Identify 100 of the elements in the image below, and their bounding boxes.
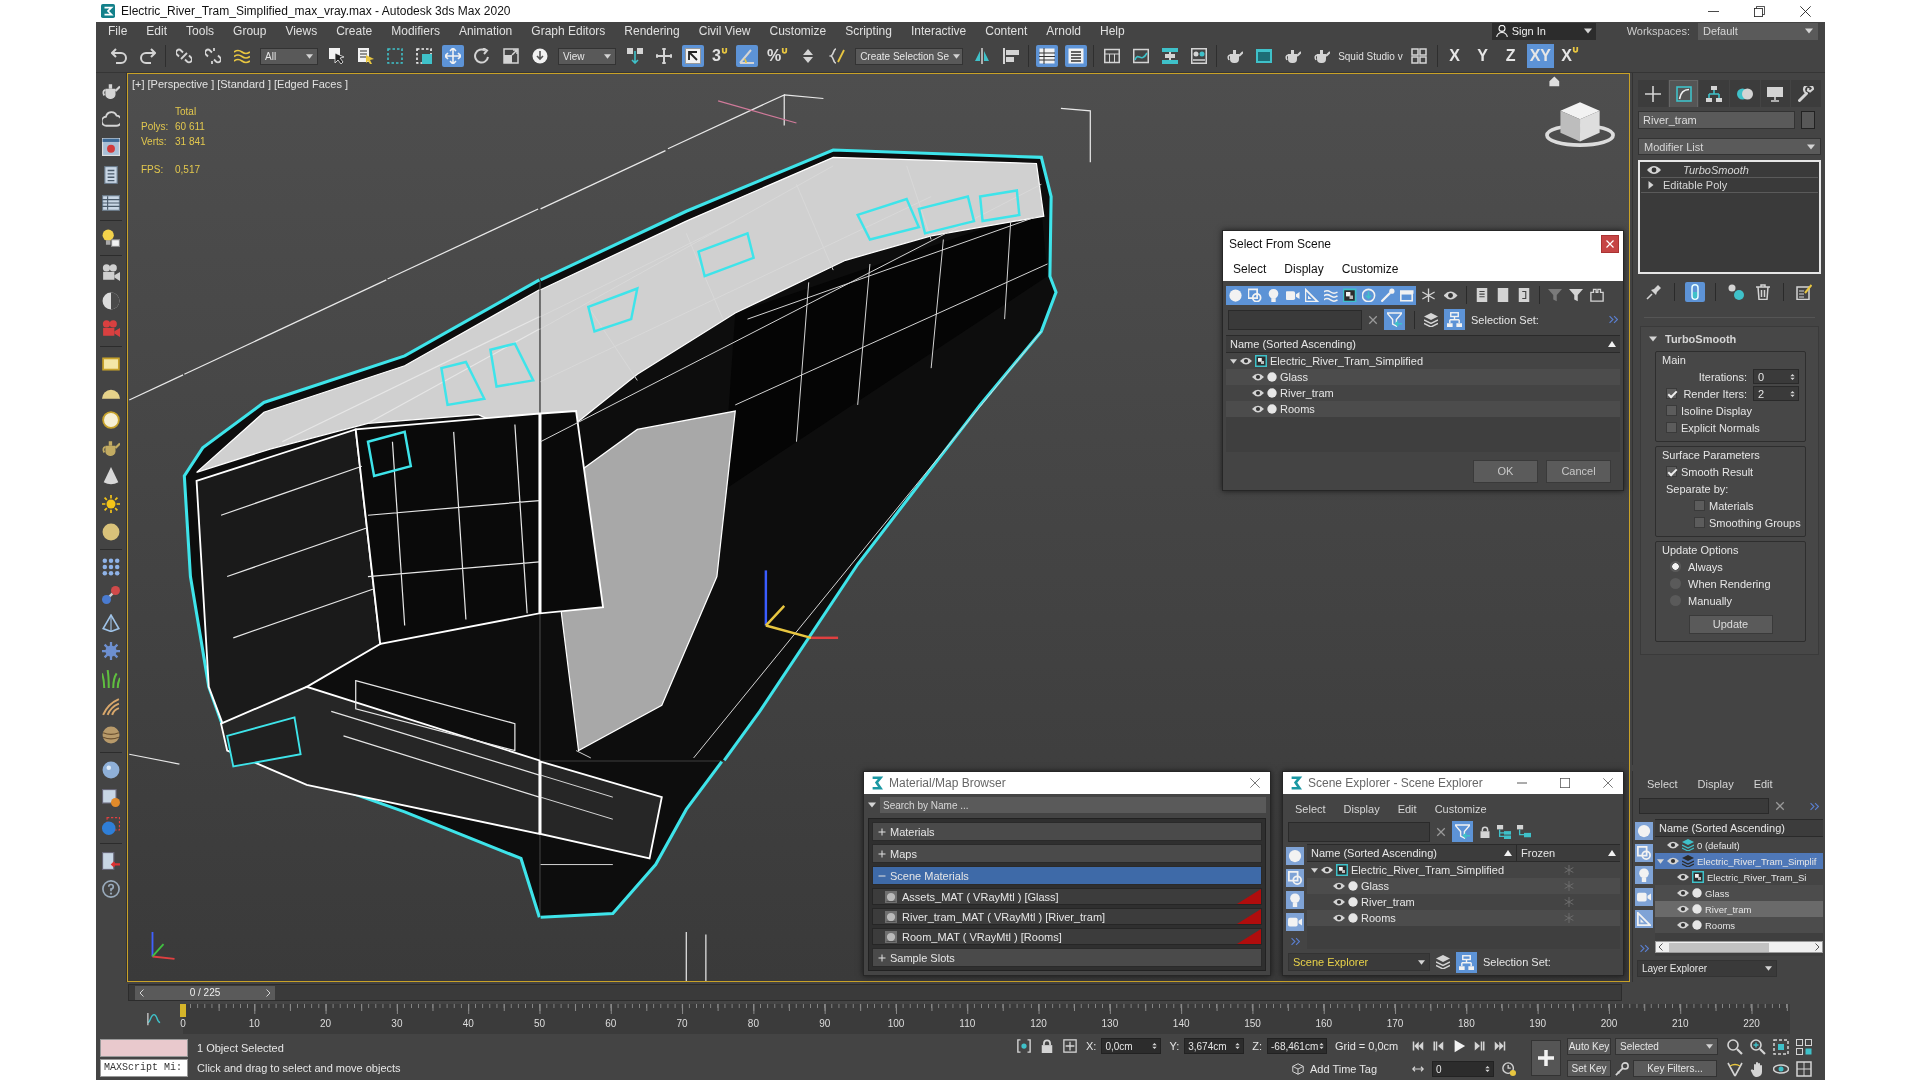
chevron-right-icon[interactable] xyxy=(264,988,272,997)
sign-in-dropdown[interactable]: Sign In xyxy=(1491,22,1596,40)
move-gizmo-icon[interactable] xyxy=(764,570,839,640)
close-button[interactable] xyxy=(1601,234,1619,253)
eye-icon[interactable] xyxy=(1321,864,1333,876)
search-field[interactable] xyxy=(1288,821,1430,842)
menu-item[interactable]: Rendering xyxy=(624,24,680,38)
checkbox[interactable] xyxy=(1666,405,1677,416)
menu-item[interactable]: Animation xyxy=(458,24,513,38)
menu-item[interactable]: Interactive xyxy=(910,24,967,38)
rectangle-icon[interactable] xyxy=(102,355,120,373)
eye-icon[interactable] xyxy=(1252,403,1264,415)
split-window-icon[interactable] xyxy=(1796,1060,1812,1077)
film-camera-icon[interactable] xyxy=(102,264,120,282)
tree-row[interactable]: Electric_River_Tram_Simplif xyxy=(1655,853,1823,869)
sphere-icon[interactable] xyxy=(102,523,120,541)
scrollbar-thumb[interactable] xyxy=(1669,942,1769,952)
object-name-field[interactable]: River_tram xyxy=(1638,111,1795,129)
tree-row[interactable]: Electric_River_Tram_Simplified xyxy=(1226,353,1620,369)
tree-row[interactable]: Glass xyxy=(1307,878,1620,894)
coordinate-system-dropdown[interactable]: View xyxy=(558,47,616,65)
hierarchy-icon[interactable] xyxy=(1497,824,1511,839)
caret-right-icon[interactable] xyxy=(1647,181,1655,189)
panel-button[interactable]: Update xyxy=(1688,614,1773,634)
eye-icon[interactable] xyxy=(1252,371,1264,383)
column-header[interactable]: Name (Sorted Ascending) xyxy=(1307,844,1516,862)
search-field[interactable] xyxy=(1228,309,1362,330)
eye-icon[interactable] xyxy=(1333,880,1345,892)
tree-row[interactable]: Electric_River_Tram_Simplified xyxy=(1307,862,1620,878)
coordinate-field[interactable]: 0,0cm xyxy=(1101,1038,1162,1054)
waves-icon[interactable] xyxy=(1321,285,1340,305)
stack-item[interactable]: TurboSmooth xyxy=(1641,163,1818,178)
tree-row[interactable]: Rooms xyxy=(1226,401,1620,417)
hair-strands-icon[interactable] xyxy=(102,698,120,716)
bracket-page-icon[interactable] xyxy=(1517,288,1531,302)
checkbox[interactable] xyxy=(1666,388,1677,399)
menu-item[interactable]: Edit xyxy=(1397,803,1417,815)
scroll-right-icon[interactable] xyxy=(1813,943,1821,951)
table-icon[interactable] xyxy=(1035,45,1058,67)
play-icon[interactable] xyxy=(1452,1039,1466,1053)
eye-icon[interactable] xyxy=(1677,871,1689,883)
layers-icon[interactable] xyxy=(1436,955,1450,969)
column-header[interactable]: Name (Sorted Ascending) xyxy=(1226,335,1620,353)
checkbox[interactable] xyxy=(1694,517,1705,528)
pin-icon[interactable] xyxy=(1644,282,1664,302)
camera-icon[interactable] xyxy=(1283,285,1302,305)
command-panel-tab[interactable] xyxy=(1668,80,1699,107)
modifier-list-dropdown[interactable]: Modifier List xyxy=(1638,138,1821,155)
named-selection-dropdown[interactable]: Create Selection Se xyxy=(855,47,964,65)
material-row[interactable]: Room_MAT ( VRayMtl ) [Rooms] xyxy=(872,928,1262,945)
maximize-icon[interactable] xyxy=(1560,778,1570,788)
cone-icon[interactable] xyxy=(102,467,120,485)
menu-item[interactable]: Edit xyxy=(146,24,168,38)
menu-item[interactable]: Tools xyxy=(186,24,215,38)
tree-row[interactable]: 0 (default) xyxy=(1655,837,1823,853)
coordinate-field[interactable]: -68,461cm xyxy=(1267,1038,1327,1054)
eye-icon[interactable] xyxy=(1667,839,1679,851)
test-tube-icon[interactable] xyxy=(1685,282,1705,302)
menu-item[interactable]: Modifiers xyxy=(391,24,440,38)
restore-icon[interactable] xyxy=(1754,5,1765,17)
teapot-icon[interactable] xyxy=(102,82,120,100)
eye-icon[interactable] xyxy=(1677,919,1689,931)
axis-constraint-button[interactable]: Z xyxy=(1498,44,1523,68)
double-chevron-icon[interactable] xyxy=(1609,315,1618,324)
add-time-tag-button[interactable]: Add Time Tag xyxy=(1292,1063,1378,1075)
material-row[interactable]: River_tram_MAT ( VRayMtl ) [River_tram] xyxy=(872,908,1262,925)
menu-item[interactable]: Civil View xyxy=(698,24,751,38)
material-row[interactable]: Assets_MAT ( VRayMtl ) [Glass] xyxy=(872,888,1262,905)
eye-icon[interactable] xyxy=(1333,912,1345,924)
group-icon[interactable] xyxy=(1340,285,1359,305)
clear-icon[interactable] xyxy=(1775,801,1785,811)
eye-icon[interactable] xyxy=(1240,355,1252,367)
perspective-viewport[interactable] xyxy=(127,73,1630,982)
menu-item[interactable]: Customize xyxy=(769,24,827,38)
double-chevron-icon[interactable] xyxy=(1290,937,1300,946)
selection-filter-dropdown[interactable]: All xyxy=(260,47,318,65)
pyramid-icon[interactable] xyxy=(102,614,120,632)
window-badge-icon[interactable] xyxy=(102,789,120,807)
circle-arrow-icon[interactable] xyxy=(1359,285,1378,305)
layers-icon[interactable] xyxy=(1424,312,1438,327)
maxscript-output-field[interactable]: MAXScript Mi: xyxy=(100,1058,188,1077)
menu-item[interactable]: Customize xyxy=(1341,261,1399,276)
menu-item[interactable]: Select xyxy=(1233,261,1267,276)
category-header[interactable]: Materials xyxy=(872,822,1262,841)
eye-icon[interactable] xyxy=(1677,903,1689,915)
set-square-icon[interactable] xyxy=(1302,285,1321,305)
tree-row[interactable]: Rooms xyxy=(1307,910,1620,926)
viewport-label-menu[interactable]: [Perspective ] xyxy=(147,78,215,90)
field-of-view-icon[interactable] xyxy=(1727,1060,1743,1077)
caret-down-icon[interactable] xyxy=(1311,866,1318,874)
maxscript-input-field[interactable] xyxy=(100,1038,188,1057)
time-slider-track[interactable]: 0 / 225 xyxy=(128,984,1622,1001)
command-panel-tab[interactable] xyxy=(1699,80,1729,107)
viewport-label-menu[interactable]: [Standard ] xyxy=(217,78,271,90)
menu-item[interactable]: Views xyxy=(285,24,318,38)
double-arrow-icon[interactable] xyxy=(1412,1063,1424,1075)
menu-item[interactable]: Scripting xyxy=(845,24,892,38)
checklist-icon[interactable] xyxy=(1794,282,1814,302)
eye-icon[interactable] xyxy=(1677,887,1689,899)
table-window-icon[interactable] xyxy=(102,194,120,212)
